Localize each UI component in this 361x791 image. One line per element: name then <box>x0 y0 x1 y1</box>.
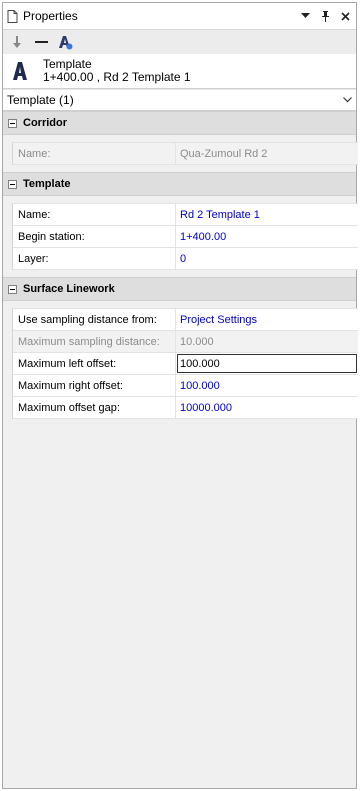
property-row-corridor-name: Name: Qua-Zumoul Rd 2 <box>13 142 358 165</box>
selection-description: 1+400.00 , Rd 2 Template 1 <box>43 70 191 84</box>
property-row-begin-station[interactable]: Begin station: 1+400.00 <box>13 226 358 248</box>
property-label: Maximum sampling distance: <box>13 331 176 352</box>
selection-info: Template 1+400.00 , Rd 2 Template 1 <box>3 54 356 89</box>
collapse-icon[interactable] <box>8 284 17 294</box>
property-value[interactable]: Rd 2 Template 1 <box>176 204 358 225</box>
pick-object-icon[interactable] <box>9 34 25 50</box>
property-value[interactable]: 100.000 <box>176 375 358 396</box>
title-bar: Properties <box>3 3 356 30</box>
dropdown-arrow-icon[interactable] <box>298 9 312 23</box>
section-surface-linework[interactable]: Surface Linework <box>3 277 356 301</box>
section-template[interactable]: Template <box>3 172 356 196</box>
object-filter-value: Template (1) <box>7 93 74 107</box>
property-value[interactable]: 0 <box>176 248 358 269</box>
toolbar <box>3 30 356 54</box>
section-title: Corridor <box>23 117 67 129</box>
property-row-template-name[interactable]: Name: Rd 2 Template 1 <box>13 203 358 226</box>
property-label: Begin station: <box>13 226 176 247</box>
collapse-all-icon[interactable] <box>33 34 49 50</box>
chevron-down-icon <box>343 97 352 103</box>
property-value: 10.000 <box>180 335 214 348</box>
property-label: Maximum offset gap: <box>13 397 176 418</box>
property-row-max-offset-gap[interactable]: Maximum offset gap: 10000.000 <box>13 397 358 419</box>
property-label: Maximum right offset: <box>13 375 176 396</box>
section-corridor[interactable]: Corridor <box>3 111 356 135</box>
collapse-icon[interactable] <box>8 179 17 189</box>
property-label: Use sampling distance from: <box>13 309 176 330</box>
properties-panel: Properties Template 1+400.00 , Rd 2 Temp… <box>2 2 358 789</box>
property-value: Qua-Zumoul Rd 2 <box>180 147 268 160</box>
object-filter-dropdown[interactable]: Template (1) <box>3 89 356 111</box>
property-row-max-right-offset[interactable]: Maximum right offset: 100.000 <box>13 375 358 397</box>
collapse-icon[interactable] <box>8 118 17 128</box>
panel-title: Properties <box>23 9 78 23</box>
property-row-layer[interactable]: Layer: 0 <box>13 248 358 270</box>
template-grid: Name: Rd 2 Template 1 Begin station: 1+4… <box>12 203 358 270</box>
property-label: Layer: <box>13 248 176 269</box>
surface-linework-grid: Use sampling distance from: Project Sett… <box>12 308 358 419</box>
pin-icon[interactable] <box>318 9 332 23</box>
property-value[interactable]: Project Settings <box>176 309 358 330</box>
property-label: Maximum left offset: <box>13 353 176 374</box>
corridor-grid: Name: Qua-Zumoul Rd 2 <box>12 142 358 165</box>
property-row-sampling-source[interactable]: Use sampling distance from: Project Sett… <box>13 308 358 331</box>
close-icon[interactable] <box>338 9 352 23</box>
template-icon <box>9 60 31 82</box>
section-title: Surface Linework <box>23 283 115 295</box>
property-value[interactable]: 10000.000 <box>176 397 358 418</box>
property-value[interactable]: 1+400.00 <box>176 226 358 247</box>
property-row-max-sampling-distance: Maximum sampling distance: 10.000 <box>13 331 358 353</box>
property-value-input[interactable]: 100.000 <box>177 354 357 373</box>
document-icon <box>7 9 18 23</box>
property-row-max-left-offset[interactable]: Maximum left offset: 100.000 <box>13 353 358 375</box>
property-label: Name: <box>13 143 176 164</box>
quick-select-icon[interactable] <box>57 34 73 50</box>
section-title: Template <box>23 178 71 190</box>
property-label: Name: <box>13 204 176 225</box>
